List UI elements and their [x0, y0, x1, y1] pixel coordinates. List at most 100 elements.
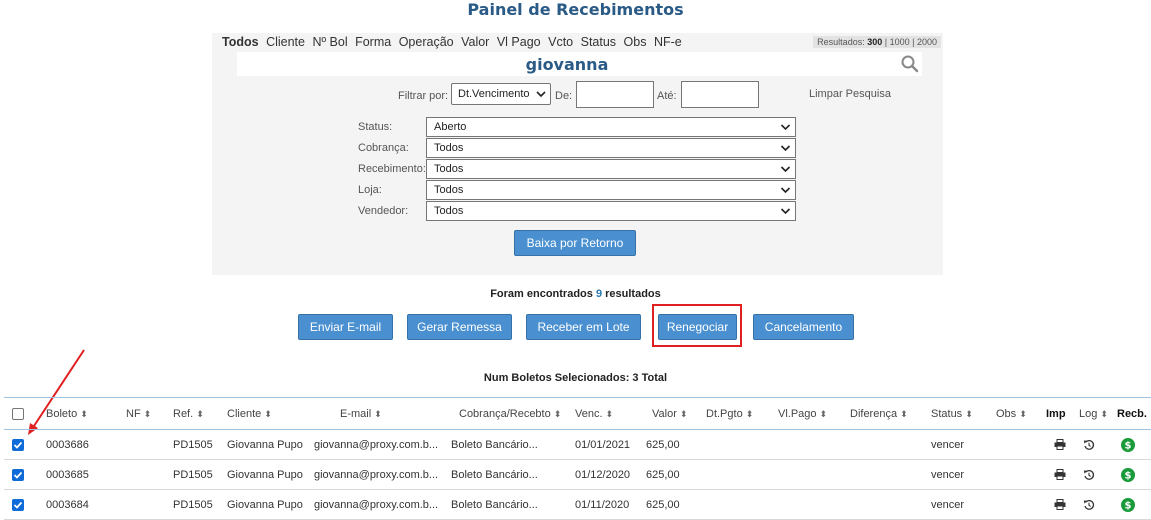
field-tab-vlpago[interactable]: Vl Pago [497, 35, 541, 49]
sort-icon: ⬍ [605, 408, 614, 419]
field-tab-nbol[interactable]: Nº Bol [312, 35, 347, 49]
field-tab-status[interactable]: Status [581, 35, 616, 49]
sort-icon: ⬍ [679, 408, 688, 419]
select-all-checkbox[interactable] [12, 407, 24, 420]
money-icon[interactable]: $ [1121, 497, 1135, 512]
sort-icon: ⬍ [745, 408, 754, 419]
cell-valor: 625,00 [646, 438, 680, 451]
col-obs[interactable]: Obs ⬍ [990, 398, 1040, 430]
field-tab-cliente[interactable]: Cliente [266, 35, 305, 49]
col-imp: Imp [1040, 398, 1073, 430]
date-from-input[interactable] [576, 81, 654, 108]
field-tab-obs[interactable]: Obs [624, 35, 647, 49]
cell-imp [1040, 490, 1073, 520]
de-label: De: [555, 90, 573, 102]
cell-obs [990, 490, 1040, 520]
col-vlpago-label: Vl.Pago [778, 407, 817, 420]
cell-cobranca: Boleto Bancário... [451, 468, 538, 481]
results-option-1000[interactable]: 1000 [890, 37, 910, 47]
field-tab-forma[interactable]: Forma [355, 35, 391, 49]
printer-icon[interactable] [1054, 469, 1066, 481]
cancelamento-button[interactable]: Cancelamento [753, 314, 854, 340]
col-status[interactable]: Status ⬍ [925, 398, 990, 430]
filter-loja-select[interactable]: Todos [426, 180, 796, 200]
filter-cobranca-select[interactable]: Todos [426, 138, 796, 158]
col-log[interactable]: Log ⬍ [1073, 398, 1111, 430]
enviar-email-button[interactable]: Enviar E-mail [298, 314, 393, 340]
cell-vlpago [772, 460, 844, 490]
results-option-2000[interactable]: 2000 [917, 37, 937, 47]
col-valor[interactable]: Valor ⬍ [640, 398, 700, 430]
col-email[interactable]: E-mail ⬍ [308, 398, 445, 430]
col-nf[interactable]: NF ⬍ [120, 398, 167, 430]
printer-icon[interactable] [1054, 499, 1066, 511]
row-select-cell [4, 490, 40, 520]
col-ref-label: Ref. [173, 407, 194, 420]
col-cobranca[interactable]: Cobrança/Recebto ⬍ [445, 398, 569, 430]
receber-em-lote-button[interactable]: Receber em Lote [526, 314, 641, 340]
baixa-por-retorno-button[interactable]: Baixa por Retorno [514, 230, 636, 256]
col-ref[interactable]: Ref. ⬍ [167, 398, 221, 430]
filter-status-label: Status: [358, 121, 393, 133]
sort-icon: ⬍ [900, 408, 908, 419]
row-checkbox[interactable] [12, 438, 24, 451]
row-checkbox[interactable] [12, 468, 24, 481]
printer-icon[interactable] [1054, 439, 1066, 451]
found-suffix: resultados [605, 288, 661, 300]
filter-recebimento-select[interactable]: Todos [426, 159, 796, 179]
cell-email: giovanna@proxy.com.b... [314, 468, 439, 481]
cell-cliente: Giovanna Pupo [227, 498, 303, 511]
field-tab-vcto[interactable]: Vcto [548, 35, 573, 49]
history-icon[interactable] [1083, 469, 1095, 481]
field-tab-nfe[interactable]: NF-e [654, 35, 682, 49]
field-tab-operacao[interactable]: Operação [399, 35, 454, 49]
money-icon[interactable]: $ [1121, 467, 1135, 482]
sort-icon: ⬍ [374, 408, 382, 419]
cell-log [1073, 430, 1111, 460]
filter-status-select[interactable]: Aberto [426, 117, 796, 137]
svg-text:$: $ [1125, 440, 1132, 451]
sort-icon: ⬍ [143, 408, 152, 419]
filter-cobranca-label: Cobrança: [358, 142, 409, 154]
col-cliente[interactable]: Cliente ⬍ [221, 398, 308, 430]
cell-ref: PD1505 [173, 468, 213, 481]
col-dtpgto[interactable]: Dt.Pgto ⬍ [700, 398, 772, 430]
col-nf-label: NF [126, 407, 141, 420]
cell-log [1073, 490, 1111, 520]
cell-dtpgto [700, 490, 772, 520]
field-tab-todos[interactable]: Todos [222, 35, 259, 49]
col-diferenca[interactable]: Diferença ⬍ [844, 398, 925, 430]
money-icon[interactable]: $ [1121, 437, 1135, 452]
results-option-300[interactable]: 300 [867, 37, 882, 47]
row-checkbox[interactable] [12, 498, 24, 511]
cell-boleto: 0003686 [46, 438, 89, 451]
table-row[interactable]: 0003685 PD1505 Giovanna Pupo giovanna@pr… [4, 460, 1151, 490]
col-venc[interactable]: Venc. ⬍ [569, 398, 640, 430]
history-icon[interactable] [1083, 499, 1095, 511]
col-vlpago[interactable]: Vl.Pago ⬍ [772, 398, 844, 430]
col-cobranca-label: Cobrança/Recebto [459, 407, 551, 420]
search-input[interactable] [237, 52, 897, 76]
cell-valor: 625,00 [646, 468, 680, 481]
table-row[interactable]: 0003684 PD1505 Giovanna Pupo giovanna@pr… [4, 490, 1151, 520]
cell-cliente: Giovanna Pupo [227, 438, 303, 451]
date-to-input[interactable] [681, 81, 759, 108]
chevron-down-icon [536, 91, 546, 98]
col-boleto[interactable]: Boleto ⬍ [40, 398, 120, 430]
filter-vendedor-select[interactable]: Todos [426, 201, 796, 221]
field-tab-valor[interactable]: Valor [461, 35, 489, 49]
search-icon[interactable] [900, 54, 920, 74]
history-icon[interactable] [1083, 439, 1095, 451]
table-row[interactable]: 0003686 PD1505 Giovanna Pupo giovanna@pr… [4, 430, 1151, 460]
clear-search-link[interactable]: Limpar Pesquisa [809, 88, 891, 100]
cell-recb: $ [1111, 430, 1151, 460]
filter-by-value: Dt.Vencimento [458, 88, 530, 100]
filter-by-select[interactable]: Dt.Vencimento [451, 83, 551, 105]
cell-venc: 01/01/2021 [575, 438, 631, 451]
filter-loja-label: Loja: [358, 184, 382, 196]
gerar-remessa-button[interactable]: Gerar Remessa [407, 314, 512, 340]
cell-valor: 625,00 [646, 498, 680, 511]
chevron-down-icon [780, 124, 791, 131]
cell-diferenca [844, 490, 925, 520]
row-select-cell [4, 460, 40, 490]
